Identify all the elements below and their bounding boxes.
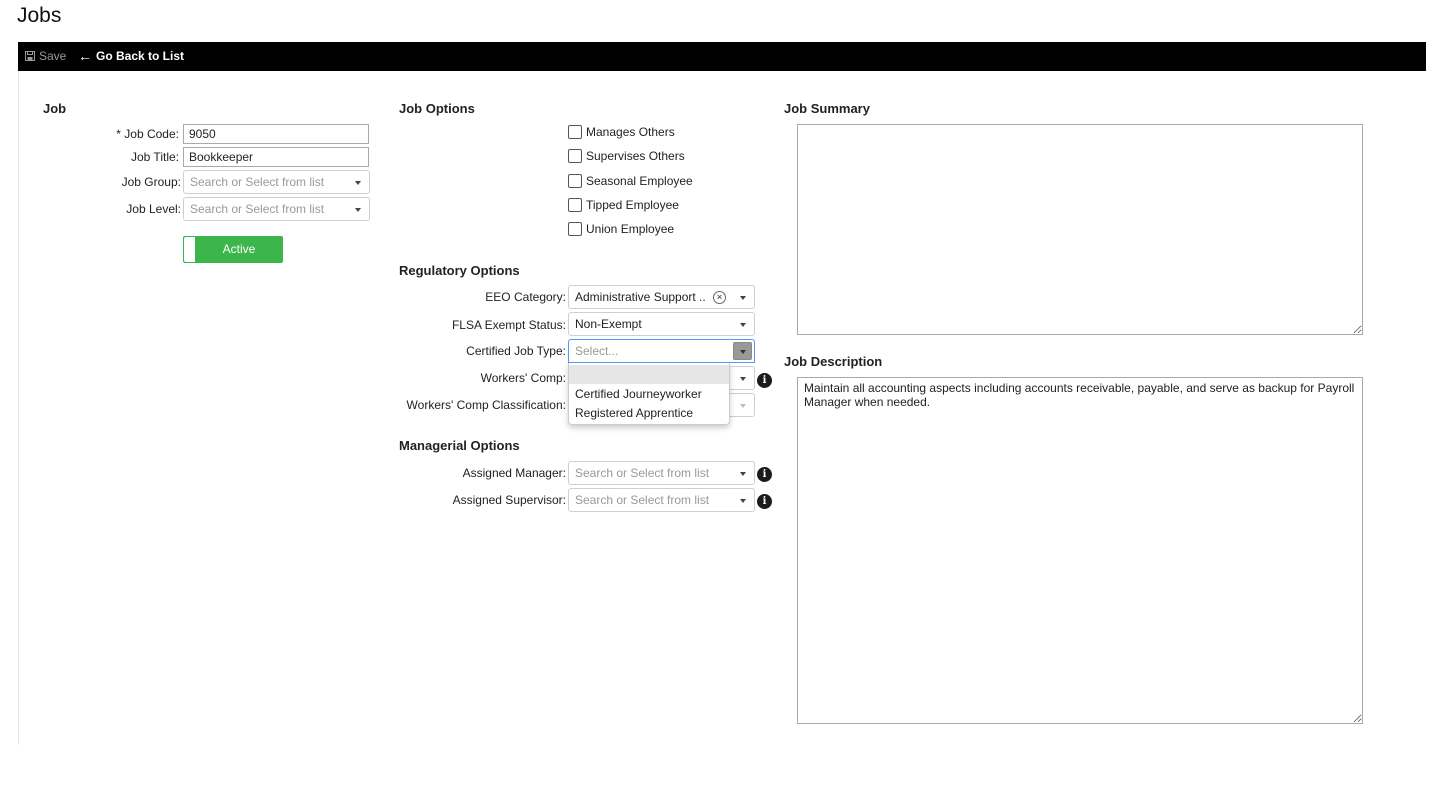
workers-comp-label: Workers' Comp: bbox=[480, 371, 566, 385]
assigned-supervisor-placeholder: Search or Select from list bbox=[575, 493, 710, 507]
checkbox-label: Manages Others bbox=[586, 125, 675, 139]
toolbar: Save ← Go Back to List bbox=[18, 42, 1426, 71]
go-back-label: Go Back to List bbox=[96, 49, 185, 63]
assigned-manager-label: Assigned Manager: bbox=[462, 466, 566, 480]
chevron-down-icon bbox=[740, 404, 746, 408]
checkbox-box[interactable] bbox=[568, 222, 582, 236]
job-group-select[interactable]: Search or Select from list bbox=[183, 170, 370, 194]
content-divider bbox=[18, 71, 19, 745]
assigned-supervisor-label: Assigned Supervisor: bbox=[452, 493, 566, 507]
checkbox-box[interactable] bbox=[568, 198, 582, 212]
eeo-category-select[interactable]: Administrative Support ... × bbox=[568, 285, 755, 309]
toggle-knob bbox=[184, 237, 195, 262]
managerial-options-title: Managerial Options bbox=[399, 438, 520, 453]
job-summary-textarea[interactable] bbox=[797, 124, 1363, 335]
chevron-down-icon bbox=[740, 377, 746, 381]
dropdown-option[interactable]: Certified Journeyworker bbox=[569, 385, 729, 404]
save-button[interactable]: Save bbox=[25, 49, 66, 63]
certified-job-type-dropdown: Certified Journeyworker Registered Appre… bbox=[568, 363, 730, 425]
active-toggle-label: Active bbox=[222, 242, 256, 256]
flsa-status-value: Non-Exempt bbox=[575, 317, 642, 331]
checkbox-box[interactable] bbox=[568, 174, 582, 188]
chevron-down-icon bbox=[355, 181, 361, 185]
save-label: Save bbox=[39, 49, 67, 63]
job-summary-title: Job Summary bbox=[784, 101, 870, 116]
job-group-placeholder: Search or Select from list bbox=[190, 175, 325, 189]
seasonal-employee-checkbox[interactable]: Seasonal Employee bbox=[568, 174, 693, 188]
info-icon[interactable]: i bbox=[757, 494, 772, 509]
flsa-status-select[interactable]: Non-Exempt bbox=[568, 312, 755, 336]
checkbox-box[interactable] bbox=[568, 149, 582, 163]
job-title-input[interactable] bbox=[183, 147, 369, 167]
eeo-category-value: Administrative Support ... bbox=[575, 290, 705, 304]
dropdown-option[interactable]: Registered Apprentice bbox=[569, 404, 729, 423]
chevron-down-icon bbox=[355, 208, 361, 212]
job-title-label: Job Title: bbox=[130, 150, 179, 164]
info-icon[interactable]: i bbox=[757, 373, 772, 388]
checkbox-label: Union Employee bbox=[586, 222, 675, 236]
page-title: Jobs bbox=[17, 4, 62, 27]
flsa-status-label: FLSA Exempt Status: bbox=[451, 318, 566, 332]
assigned-manager-select[interactable]: Search or Select from list bbox=[568, 461, 755, 485]
certified-job-type-placeholder: Select... bbox=[575, 344, 619, 358]
job-level-select[interactable]: Search or Select from list bbox=[183, 197, 370, 221]
job-level-placeholder: Search or Select from list bbox=[190, 202, 325, 216]
checkbox-label: Tipped Employee bbox=[586, 198, 679, 212]
dropdown-toggle-button[interactable] bbox=[733, 342, 752, 360]
assigned-manager-placeholder: Search or Select from list bbox=[575, 466, 710, 480]
workers-comp-class-label: Workers' Comp Classification: bbox=[406, 398, 566, 412]
info-icon[interactable]: i bbox=[757, 467, 772, 482]
chevron-down-icon bbox=[740, 499, 746, 503]
chevron-down-icon bbox=[740, 350, 746, 354]
chevron-down-icon bbox=[740, 323, 746, 327]
job-code-input[interactable] bbox=[183, 124, 369, 144]
job-description-textarea[interactable]: Maintain all accounting aspects includin… bbox=[797, 377, 1363, 724]
chevron-down-icon bbox=[740, 296, 746, 300]
union-employee-checkbox[interactable]: Union Employee bbox=[568, 222, 674, 236]
job-group-label: Job Group: bbox=[121, 175, 181, 189]
tipped-employee-checkbox[interactable]: Tipped Employee bbox=[568, 198, 679, 212]
job-options-title: Job Options bbox=[399, 101, 475, 116]
checkbox-label: Supervises Others bbox=[586, 149, 685, 163]
job-description-title: Job Description bbox=[784, 354, 883, 369]
job-section-title: Job bbox=[43, 101, 67, 116]
checkbox-label: Seasonal Employee bbox=[586, 174, 693, 188]
manages-others-checkbox[interactable]: Manages Others bbox=[568, 125, 675, 139]
clear-circle-icon[interactable]: × bbox=[713, 291, 726, 304]
job-level-label: Job Level: bbox=[126, 202, 181, 216]
dropdown-option[interactable] bbox=[569, 365, 729, 384]
go-back-button[interactable]: ← Go Back to List bbox=[78, 49, 184, 63]
chevron-down-icon bbox=[740, 472, 746, 476]
checkbox-box[interactable] bbox=[568, 125, 582, 139]
regulatory-options-title: Regulatory Options bbox=[399, 263, 520, 278]
supervises-others-checkbox[interactable]: Supervises Others bbox=[568, 149, 685, 163]
assigned-supervisor-select[interactable]: Search or Select from list bbox=[568, 488, 755, 512]
save-icon bbox=[25, 51, 35, 61]
eeo-category-label: EEO Category: bbox=[485, 290, 566, 304]
certified-job-type-label: Certified Job Type: bbox=[466, 344, 566, 358]
job-code-label: * Job Code: bbox=[116, 127, 179, 141]
arrow-left-icon: ← bbox=[78, 48, 92, 64]
active-toggle[interactable]: Active bbox=[183, 236, 283, 263]
certified-job-type-select[interactable]: Select... bbox=[568, 339, 755, 363]
